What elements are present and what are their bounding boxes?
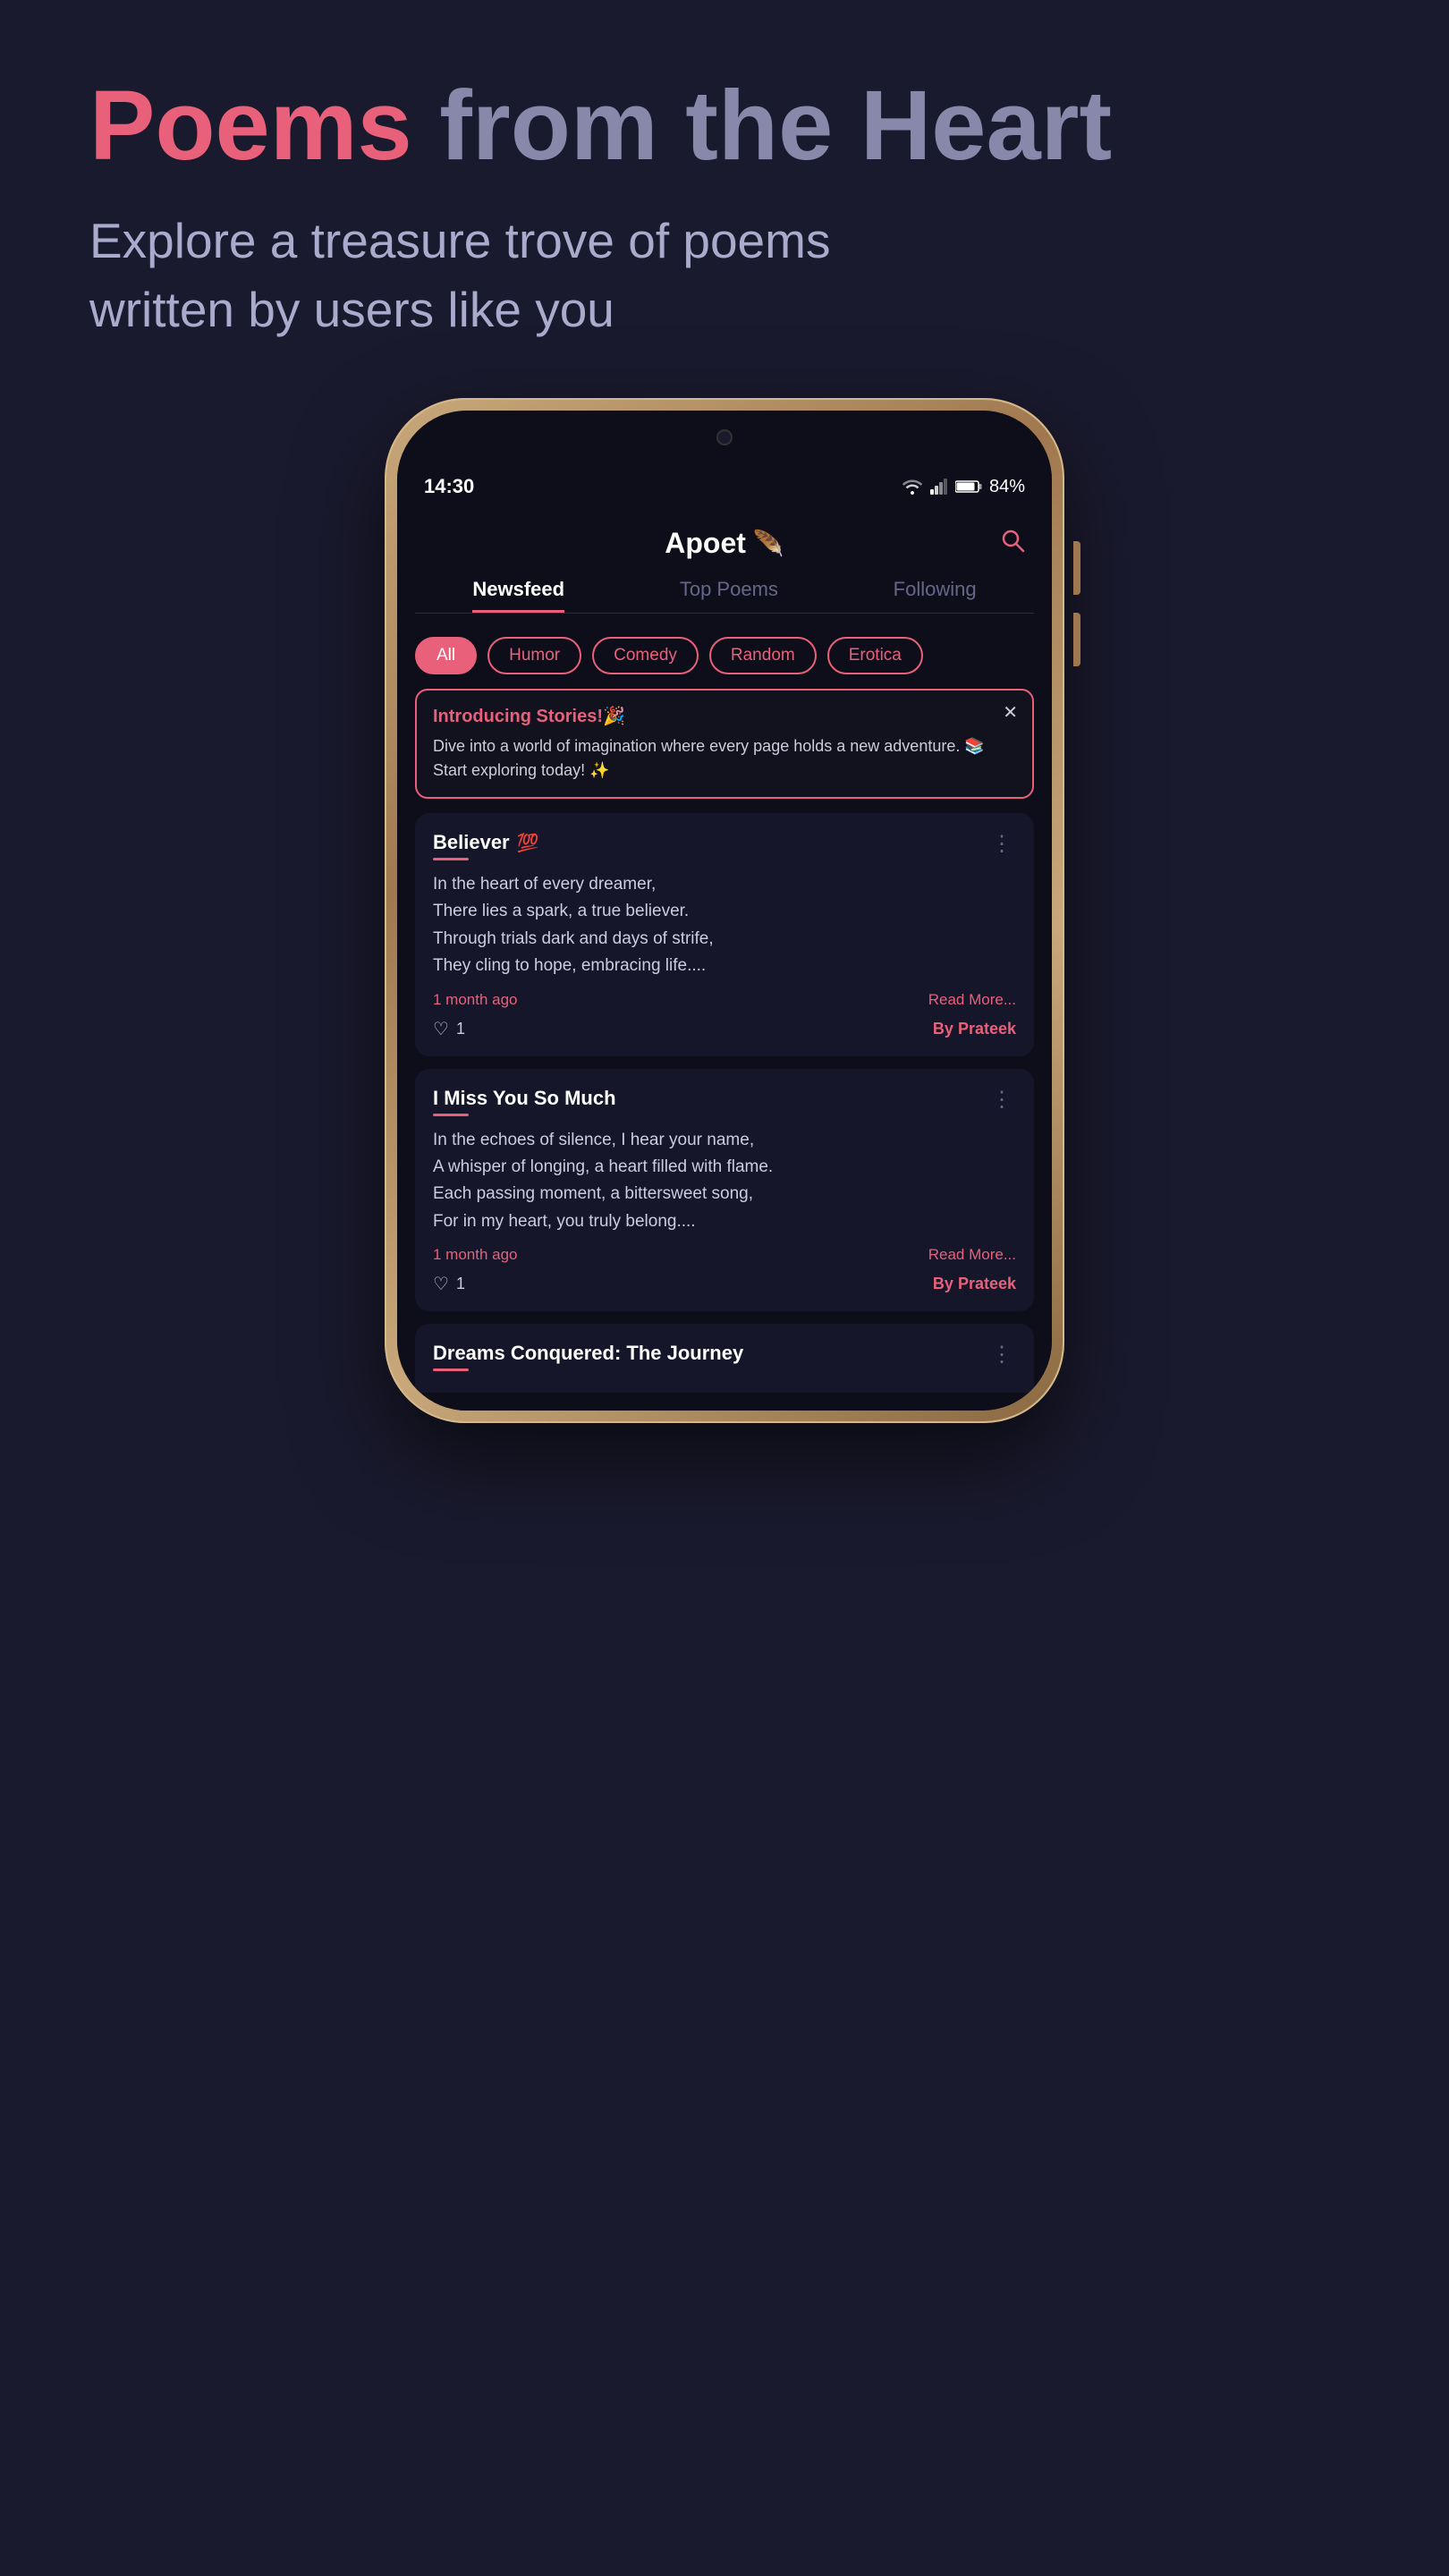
phone-notch xyxy=(397,411,1052,464)
phone-outer: 14:30 xyxy=(385,398,1064,1423)
tab-newsfeed[interactable]: Newsfeed xyxy=(472,578,564,613)
poem-time-2: 1 month ago xyxy=(433,1246,518,1264)
filter-random[interactable]: Random xyxy=(709,637,817,674)
read-more-link[interactable]: Read More... xyxy=(928,991,1016,1009)
poem-title-section-3: Dreams Conquered: The Journey xyxy=(433,1342,743,1371)
poem-likes-2[interactable]: ♡ 1 xyxy=(433,1273,465,1295)
poem-author: By Prateek xyxy=(933,1020,1016,1038)
poem-actions: ♡ 1 By Prateek xyxy=(433,1018,1016,1040)
signal-icon xyxy=(930,479,948,495)
phone-inner: 14:30 xyxy=(397,411,1052,1411)
banner-text: Dive into a world of imagination where e… xyxy=(433,734,1016,783)
poem-card-dreams: Dreams Conquered: The Journey ⋮ xyxy=(415,1324,1034,1393)
poem-card-header-3: Dreams Conquered: The Journey ⋮ xyxy=(433,1342,1016,1371)
status-icons: 84% xyxy=(902,477,1025,497)
filter-erotica[interactable]: Erotica xyxy=(827,637,923,674)
likes-count: 1 xyxy=(456,1020,465,1038)
app-name: Apoet xyxy=(665,527,746,560)
poem-title-row: Believer 💯 xyxy=(433,831,539,854)
poem-time: 1 month ago xyxy=(433,991,518,1009)
hero-title-highlight: Poems xyxy=(89,71,412,181)
app-header: Apoet 🪶 xyxy=(415,509,1034,569)
filter-comedy[interactable]: Comedy xyxy=(592,637,699,674)
read-more-link-2[interactable]: Read More... xyxy=(928,1246,1016,1264)
app-content: Apoet 🪶 Newsfeed Top Poems Following xyxy=(397,509,1052,1411)
poem-body-2: In the echoes of silence, I hear your na… xyxy=(433,1127,1016,1236)
poem-footer-2: 1 month ago Read More... xyxy=(433,1246,1016,1264)
search-button[interactable] xyxy=(1000,528,1025,559)
poem-body: In the heart of every dreamer, There lie… xyxy=(433,871,1016,980)
hero-title-rest: from the Heart xyxy=(412,71,1112,181)
poem-title: Believer xyxy=(433,831,510,854)
tab-top-poems[interactable]: Top Poems xyxy=(680,578,778,613)
author-name[interactable]: Prateek xyxy=(958,1020,1016,1038)
poem-title-row-2: I Miss You So Much xyxy=(433,1087,616,1110)
banner-title: Introducing Stories!🎉 xyxy=(433,705,1016,727)
wifi-icon xyxy=(902,479,923,495)
likes-count-2: 1 xyxy=(456,1275,465,1293)
hero-title: Poems from the Heart xyxy=(89,72,1360,180)
by-label-2: By xyxy=(933,1275,953,1292)
poem-title-emoji: 💯 xyxy=(517,832,539,854)
filter-humor[interactable]: Humor xyxy=(487,637,581,674)
app-logo-feather: 🪶 xyxy=(753,529,784,558)
poem-title-2: I Miss You So Much xyxy=(433,1087,616,1110)
side-button-mid xyxy=(1073,613,1080,666)
poem-card-miss-you: I Miss You So Much ⋮ In the echoes of si… xyxy=(415,1069,1034,1312)
poem-menu-button-3[interactable]: ⋮ xyxy=(987,1342,1016,1368)
banner-close-button[interactable]: ✕ xyxy=(1003,701,1018,724)
hero-subtitle: Explore a treasure trove of poems writte… xyxy=(89,207,894,344)
filter-all[interactable]: All xyxy=(415,637,477,674)
poem-title-underline-2 xyxy=(433,1114,469,1116)
phone-camera xyxy=(716,429,733,445)
heart-icon: ♡ xyxy=(433,1018,449,1040)
filter-chips: All Humor Comedy Random Erotica xyxy=(415,628,1034,689)
status-time: 14:30 xyxy=(424,475,474,498)
poem-title-section-2: I Miss You So Much xyxy=(433,1087,616,1116)
app-tabs: Newsfeed Top Poems Following xyxy=(415,569,1034,614)
poem-card-believer: Believer 💯 ⋮ In the heart of every dream… xyxy=(415,813,1034,1056)
poem-title-row-3: Dreams Conquered: The Journey xyxy=(433,1342,743,1365)
poem-title-underline xyxy=(433,858,469,860)
by-label: By xyxy=(933,1020,953,1038)
poem-card-header: Believer 💯 ⋮ xyxy=(433,831,1016,860)
poem-actions-2: ♡ 1 By Prateek xyxy=(433,1273,1016,1295)
phone-mockup: 14:30 xyxy=(385,398,1064,1423)
tab-following[interactable]: Following xyxy=(894,578,977,613)
poem-author-2: By Prateek xyxy=(933,1275,1016,1293)
poem-title-section: Believer 💯 xyxy=(433,831,539,860)
heart-icon-2: ♡ xyxy=(433,1273,449,1295)
poem-likes[interactable]: ♡ 1 xyxy=(433,1018,465,1040)
battery-icon xyxy=(955,479,982,494)
poem-card-header-2: I Miss You So Much ⋮ xyxy=(433,1087,1016,1116)
side-button-top xyxy=(1073,541,1080,595)
poem-footer: 1 month ago Read More... xyxy=(433,991,1016,1009)
status-bar: 14:30 xyxy=(397,464,1052,509)
stories-banner: Introducing Stories!🎉 Dive into a world … xyxy=(415,689,1034,799)
app-logo: Apoet 🪶 xyxy=(665,527,784,560)
poem-menu-button-2[interactable]: ⋮ xyxy=(987,1087,1016,1113)
poem-title-3: Dreams Conquered: The Journey xyxy=(433,1342,743,1365)
author-name-2[interactable]: Prateek xyxy=(958,1275,1016,1292)
hero-section: Poems from the Heart Explore a treasure … xyxy=(0,72,1449,344)
battery-percent: 84% xyxy=(989,477,1025,497)
poem-menu-button[interactable]: ⋮ xyxy=(987,831,1016,857)
poem-title-underline-3 xyxy=(433,1368,469,1371)
